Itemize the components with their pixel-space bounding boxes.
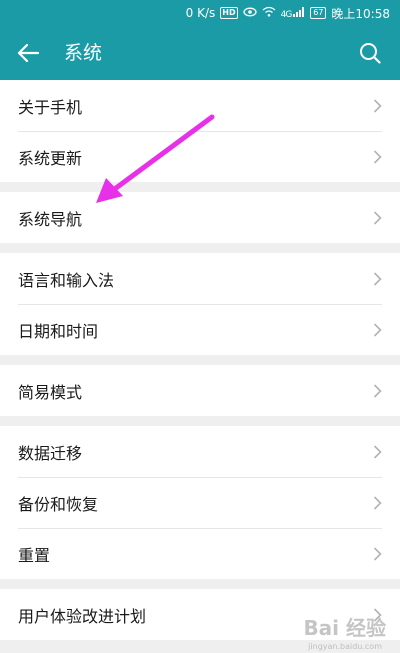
search-icon: [360, 43, 381, 64]
watermark-url: jingyan.baidu.com: [308, 642, 382, 651]
settings-list: 关于手机 系统更新 系统导航 语言和输入法 日期和时间 简易模式 数据迁移 备份…: [0, 80, 400, 640]
settings-item-reset[interactable]: 重置: [0, 528, 400, 579]
chevron-right-icon: [373, 271, 382, 286]
signal-type: 4G: [280, 9, 293, 20]
wifi-icon: [262, 6, 276, 20]
chevron-right-icon: [373, 546, 382, 561]
group-divider: [0, 416, 400, 426]
settings-group-4: 简易模式: [0, 365, 400, 416]
settings-item-system-navigation[interactable]: 系统导航: [0, 192, 400, 243]
settings-item-language-input[interactable]: 语言和输入法: [0, 253, 400, 304]
search-button[interactable]: [356, 39, 384, 67]
item-label: 重置: [18, 545, 51, 565]
app-bar: 系统: [0, 26, 400, 80]
arrow-left-icon: [17, 43, 39, 63]
chevron-right-icon: [373, 495, 382, 510]
eye-comfort-icon: [242, 6, 257, 20]
chevron-right-icon: [373, 98, 382, 113]
watermark-logo: Bai 经验: [303, 616, 386, 640]
group-divider: [0, 243, 400, 253]
chevron-right-icon: [373, 444, 382, 459]
item-label: 语言和输入法: [18, 270, 115, 290]
group-divider: [0, 355, 400, 365]
item-label: 备份和恢复: [18, 494, 99, 514]
group-divider: [0, 579, 400, 589]
item-label: 系统更新: [18, 148, 83, 168]
settings-item-system-update[interactable]: 系统更新: [0, 131, 400, 182]
item-label: 关于手机: [18, 97, 83, 117]
settings-item-about-phone[interactable]: 关于手机: [0, 80, 400, 131]
chevron-right-icon: [373, 383, 382, 398]
item-label: 简易模式: [18, 382, 83, 402]
battery-icon: 67: [310, 7, 327, 19]
signal-icon: 4G: [280, 6, 306, 20]
settings-group-3: 语言和输入法 日期和时间: [0, 253, 400, 355]
item-label: 用户体验改进计划: [18, 606, 147, 626]
settings-item-backup-restore[interactable]: 备份和恢复: [0, 477, 400, 528]
item-label: 系统导航: [18, 209, 83, 229]
status-bar: 0 K/s HD 4G 67 晚上10:58: [0, 0, 400, 26]
settings-item-data-migration[interactable]: 数据迁移: [0, 426, 400, 477]
chevron-right-icon: [373, 322, 382, 337]
item-label: 日期和时间: [18, 321, 99, 341]
page-title: 系统: [64, 42, 103, 64]
chevron-right-icon: [373, 149, 382, 164]
network-speed: 0 K/s: [185, 6, 216, 20]
settings-item-simple-mode[interactable]: 简易模式: [0, 365, 400, 416]
clock: 晚上10:58: [331, 6, 390, 21]
group-divider: [0, 182, 400, 192]
settings-group-2: 系统导航: [0, 192, 400, 243]
item-label: 数据迁移: [18, 443, 83, 463]
chevron-right-icon: [373, 210, 382, 225]
settings-group-5: 数据迁移 备份和恢复 重置: [0, 426, 400, 579]
hd-badge: HD: [220, 7, 238, 19]
settings-item-date-time[interactable]: 日期和时间: [0, 304, 400, 355]
settings-group-1: 关于手机 系统更新: [0, 80, 400, 182]
back-button[interactable]: [14, 40, 42, 66]
